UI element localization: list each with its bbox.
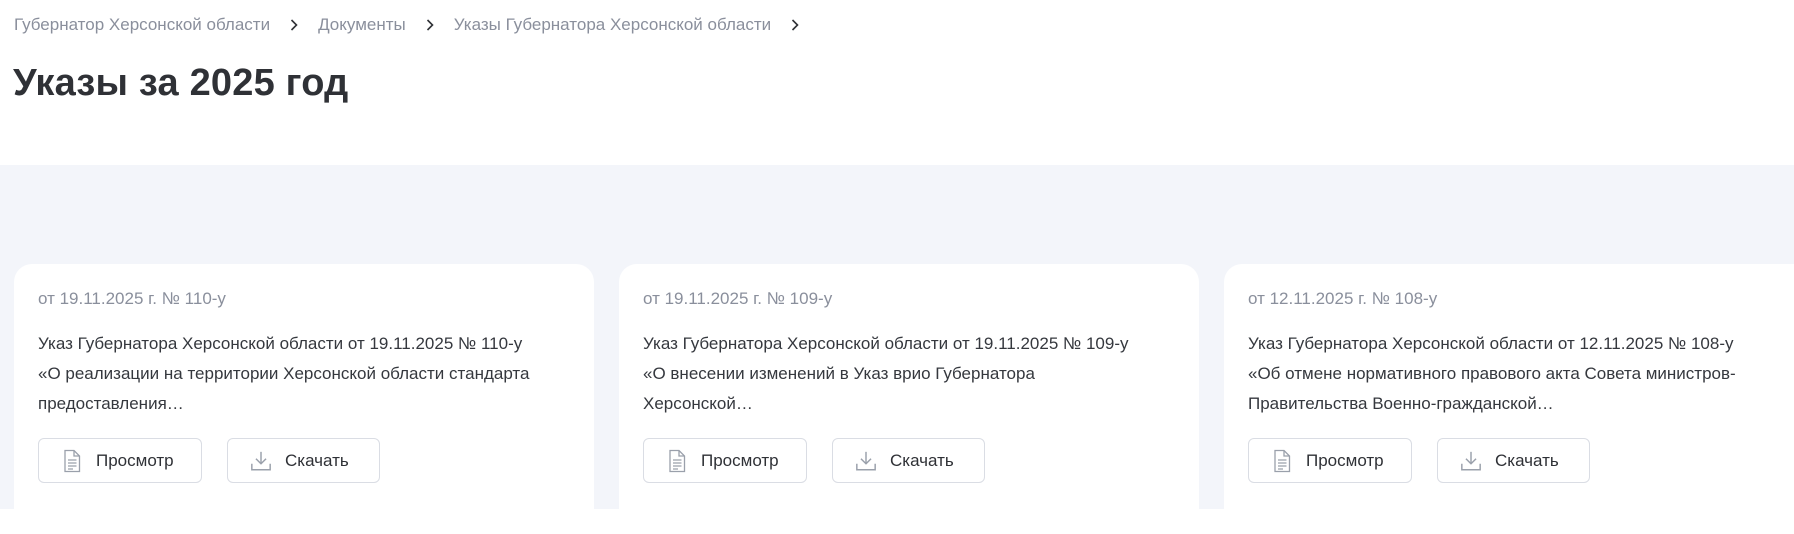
download-button[interactable]: Скачать: [227, 438, 380, 483]
view-button-label: Просмотр: [701, 450, 779, 470]
document-description[interactable]: Указ Губернатора Херсонской области от 1…: [1248, 329, 1788, 419]
chevron-right-icon: [771, 15, 819, 35]
download-button-label: Скачать: [1495, 450, 1559, 470]
download-button-label: Скачать: [285, 450, 349, 470]
chevron-right-icon: [406, 15, 454, 35]
document-card[interactable]: от 12.11.2025 г. № 108-у Указ Губернатор…: [1224, 264, 1794, 534]
document-description-line: предоставления…: [38, 394, 184, 413]
download-button[interactable]: Скачать: [832, 438, 985, 483]
download-button-label: Скачать: [890, 450, 954, 470]
document-icon: [666, 449, 688, 473]
download-button[interactable]: Скачать: [1437, 438, 1590, 483]
document-date: от 19.11.2025 г. № 110-у: [38, 289, 226, 308]
view-button[interactable]: Просмотр: [643, 438, 807, 483]
document-description-line: «Об отмене нормативного правового акта С…: [1248, 364, 1736, 383]
document-description-line: «О реализации на территории Херсонской о…: [38, 364, 530, 383]
document-date: от 12.11.2025 г. № 108-у: [1248, 289, 1438, 308]
document-icon: [1271, 449, 1293, 473]
chevron-right-icon: [270, 15, 318, 35]
document-card[interactable]: от 19.11.2025 г. № 109-у Указ Губернатор…: [619, 264, 1199, 534]
document-card[interactable]: от 19.11.2025 г. № 110-у Указ Губернатор…: [14, 264, 594, 534]
view-button-label: Просмотр: [1306, 450, 1384, 470]
breadcrumb-item-documents[interactable]: Документы: [318, 15, 406, 35]
document-icon: [61, 449, 83, 473]
document-description-line: «О внесении изменений в Указ врио Губерн…: [643, 364, 1035, 383]
page-title: Указы за 2025 год: [13, 62, 349, 104]
document-description[interactable]: Указ Губернатора Херсонской области от 1…: [643, 329, 1183, 419]
page-header: Губернатор Херсонской области Документы …: [0, 0, 1794, 165]
download-icon: [1460, 449, 1482, 473]
document-description-line: Указ Губернатора Херсонской области от 1…: [1248, 334, 1734, 353]
view-button[interactable]: Просмотр: [38, 438, 202, 483]
document-description-line: Указ Губернатора Херсонской области от 1…: [643, 334, 1129, 353]
breadcrumb: Губернатор Херсонской области Документы …: [14, 15, 819, 35]
document-description[interactable]: Указ Губернатора Херсонской области от 1…: [38, 329, 578, 419]
breadcrumb-item-governor[interactable]: Губернатор Херсонской области: [14, 15, 270, 35]
view-button-label: Просмотр: [96, 450, 174, 470]
document-description-line: Указ Губернатора Херсонской области от 1…: [38, 334, 523, 353]
download-icon: [250, 449, 272, 473]
document-description-line: Херсонской…: [643, 394, 753, 413]
view-button[interactable]: Просмотр: [1248, 438, 1412, 483]
document-description-line: Правительства Военно-гражданской…: [1248, 394, 1554, 413]
breadcrumb-item-decrees[interactable]: Указы Губернатора Херсонской области: [454, 15, 771, 35]
document-date: от 19.11.2025 г. № 109-у: [643, 289, 833, 308]
download-icon: [855, 449, 877, 473]
